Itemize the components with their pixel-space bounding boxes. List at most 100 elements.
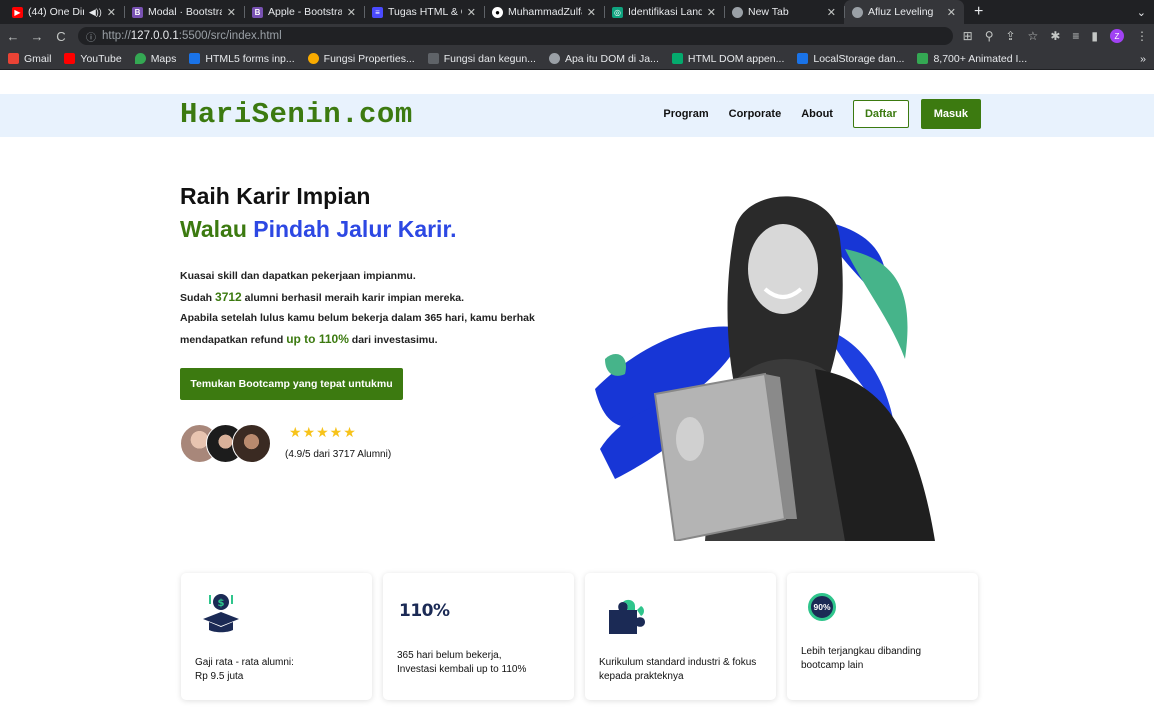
tab-search-chevron-icon[interactable]: ⌄ [1137, 0, 1154, 24]
close-tab-icon[interactable]: ✕ [107, 6, 116, 19]
zoom-icon[interactable]: ⚲ [985, 29, 994, 43]
tab-title: MuhammadZulfah [508, 6, 582, 18]
feature-cards: $ Gaji rata - rata alumni: Rp 9.5 juta 1… [181, 573, 978, 700]
close-tab-icon[interactable]: ✕ [707, 6, 716, 19]
find-bootcamp-button[interactable]: Temukan Bootcamp yang tepat untukmu [180, 368, 403, 400]
hero-title: Raih Karir Impian [180, 183, 371, 209]
close-tab-icon[interactable]: ✕ [827, 6, 836, 19]
close-tab-icon[interactable]: ✕ [587, 6, 596, 19]
site-icon [307, 53, 319, 64]
url-text: http://127.0.0.1:5500/src/index.html [102, 30, 282, 42]
close-tab-icon[interactable]: ✕ [347, 6, 356, 19]
youtube-icon: ▶ [12, 6, 23, 18]
side-panel-icon[interactable]: ▮ [1091, 29, 1098, 43]
bookmark-item[interactable]: 8,700+ Animated I... [917, 53, 1027, 65]
maps-icon [134, 53, 146, 64]
hero-woman-image [595, 196, 935, 541]
bookmarks-bar: Gmail YouTube Maps HTML5 forms inp... Fu… [0, 48, 1154, 70]
web-page: HariSenin.com Program Corporate About Da… [0, 94, 1154, 721]
feature-text: 365 hari belum bekerja, [397, 650, 502, 661]
feature-text: Kurikulum standard industri & fokus [599, 657, 757, 668]
nav-link-about[interactable]: About [801, 108, 833, 120]
w3schools-icon [671, 53, 683, 64]
site-icon [917, 53, 929, 64]
bootstrap-icon: B [132, 6, 143, 18]
feature-text: Investasi kembali up to 110% [397, 664, 527, 675]
reading-list-icon[interactable]: ≡ [1072, 29, 1079, 43]
site-icon [427, 53, 439, 64]
bookmark-item[interactable]: YouTube [64, 53, 122, 65]
feature-text: Gaji rata - rata alumni: [195, 657, 294, 668]
browser-tab[interactable]: New Tab ✕ [724, 0, 844, 24]
globe-icon [852, 6, 863, 18]
new-tab-button[interactable]: + [964, 0, 993, 24]
bookmark-item[interactable]: Gmail [8, 53, 51, 65]
svg-text:$: $ [218, 598, 225, 609]
more-bookmarks-icon[interactable]: » [1140, 53, 1146, 65]
avatar [232, 424, 271, 463]
site-navbar: HariSenin.com Program Corporate About Da… [0, 94, 1154, 137]
back-arrow-icon[interactable]: ← [6, 29, 20, 44]
bookmark-item[interactable]: LocalStorage dan... [797, 53, 904, 65]
bookmark-item[interactable]: Fungsi dan kegun... [427, 53, 536, 65]
browser-tab[interactable]: B Apple - Bootstrap ✕ [244, 0, 364, 24]
tab-title: (44) One Dire [28, 6, 84, 18]
close-tab-icon[interactable]: ✕ [467, 6, 476, 19]
feature-text: Lebih terjangkau dibanding [801, 646, 922, 657]
menu-kebab-icon[interactable]: ⋮ [1136, 29, 1148, 43]
browser-tab[interactable]: ▶ (44) One Dire ◀)) ✕ [4, 0, 124, 24]
globe-icon [548, 53, 560, 64]
feature-text: bootcamp lain [801, 660, 864, 671]
bookmark-item[interactable]: HTML DOM appen... [671, 53, 784, 65]
share-icon[interactable]: ⇪ [1005, 29, 1015, 43]
address-bar[interactable]: ⓘ http://127.0.0.1:5500/src/index.html [78, 27, 953, 45]
feature-card-refund: 110% 365 hari belum bekerja, Investasi k… [383, 573, 574, 700]
feature-text: Rp 9.5 juta [195, 671, 244, 682]
alumni-count: 3712 [215, 289, 242, 304]
bootstrap-icon: B [252, 6, 263, 18]
youtube-icon [64, 53, 76, 64]
bookmark-item[interactable]: Fungsi Properties... [307, 53, 415, 65]
browser-tab[interactable]: ≡ Tugas HTML & CSS ✕ [364, 0, 484, 24]
feature-card-salary: $ Gaji rata - rata alumni: Rp 9.5 juta [181, 573, 372, 700]
speaker-icon[interactable]: ◀)) [89, 7, 102, 18]
bookmark-item[interactable]: Apa itu DOM di Ja... [548, 53, 659, 65]
nav-link-program[interactable]: Program [663, 108, 708, 120]
browser-toolbar: ← → C ⓘ http://127.0.0.1:5500/src/index.… [0, 24, 1154, 48]
tab-title: Tugas HTML & CSS [388, 6, 462, 18]
tab-title: Identifikasi Landi [628, 6, 702, 18]
browser-tab[interactable]: ● MuhammadZulfah ✕ [484, 0, 604, 24]
forward-arrow-icon[interactable]: → [30, 29, 44, 44]
masuk-button[interactable]: Masuk [920, 99, 981, 129]
browser-tab[interactable]: ◎ Identifikasi Landi ✕ [604, 0, 724, 24]
browser-tab-strip: ▶ (44) One Dire ◀)) ✕ B Modal · Bootstra… [0, 0, 1154, 24]
extensions-icon[interactable]: ✱ [1050, 29, 1060, 43]
hero-subtitle: Walau Pindah Jalur Karir. [180, 216, 457, 242]
info-icon[interactable]: ⓘ [86, 29, 96, 44]
bookmark-star-icon[interactable]: ☆ [1028, 29, 1039, 43]
close-tab-icon[interactable]: ✕ [227, 6, 236, 19]
browser-tab-active[interactable]: Afluz Leveling ✕ [844, 0, 964, 24]
puzzle-icon [609, 599, 645, 634]
110-percent-icon: 110% [399, 601, 450, 621]
tab-title: Apple - Bootstrap [268, 6, 342, 18]
doc-icon: ◎ [612, 6, 623, 18]
feature-card-curriculum: Kurikulum standard industri & fokus kepa… [585, 573, 776, 700]
graduation-money-icon: $ [203, 594, 239, 633]
translate-icon[interactable]: ⊞ [963, 29, 973, 43]
nav-links: Program Corporate About Daftar Masuk [663, 99, 981, 129]
reload-icon[interactable]: C [54, 29, 68, 44]
daftar-button[interactable]: Daftar [852, 100, 909, 128]
hero-description: Kuasai skill dan dapatkan pekerjaan impi… [180, 270, 535, 346]
bookmark-item[interactable]: Maps [134, 53, 176, 65]
bookmark-item[interactable]: HTML5 forms inp... [189, 53, 295, 65]
nav-link-corporate[interactable]: Corporate [729, 108, 782, 120]
gmail-icon [8, 53, 19, 64]
github-icon: ● [492, 6, 503, 18]
site-logo[interactable]: HariSenin.com [180, 98, 413, 131]
list-icon: ≡ [372, 6, 383, 18]
tab-title: Afluz Leveling [868, 6, 934, 18]
profile-avatar[interactable]: Z [1110, 29, 1124, 43]
close-tab-icon[interactable]: ✕ [947, 6, 956, 19]
browser-tab[interactable]: B Modal · Bootstrap ✕ [124, 0, 244, 24]
